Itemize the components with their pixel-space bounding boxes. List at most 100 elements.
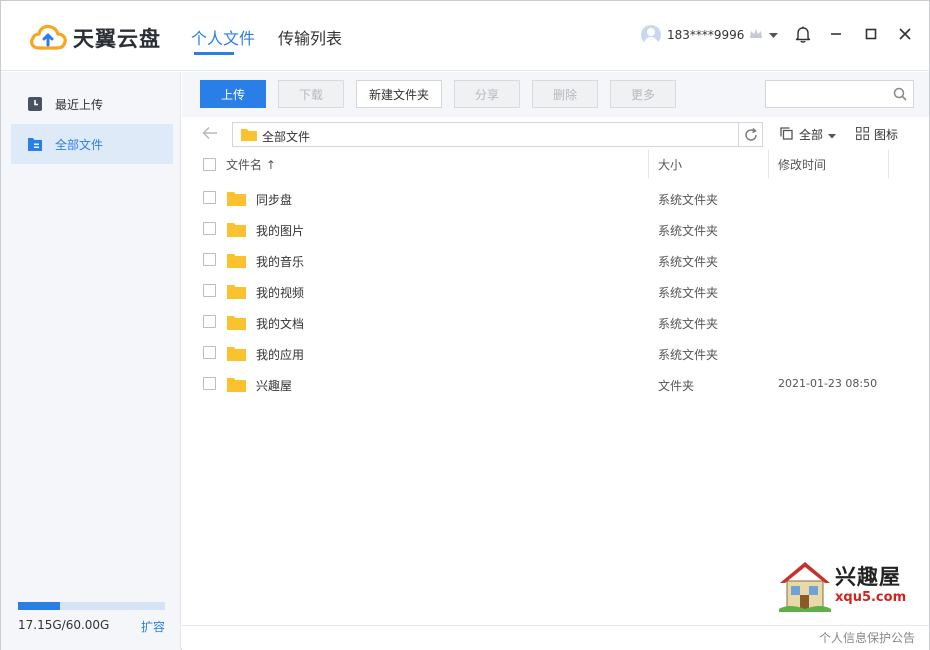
- folder-icon: [227, 284, 246, 302]
- folder-icon: [241, 128, 257, 144]
- table-header: 文件名 ↑ 大小 修改时间: [182, 150, 929, 178]
- icon-view-toggle[interactable]: 图标: [855, 126, 899, 143]
- filter-label: 全部: [799, 128, 824, 142]
- sidebar: 最近上传 全部文件 17.15G/60.00G 扩容: [1, 72, 181, 650]
- file-name[interactable]: 我的图片: [256, 222, 304, 239]
- breadcrumb: 全部文件: [232, 122, 763, 147]
- storage-progress-bar: [18, 602, 165, 610]
- sidebar-item-recent-uploads[interactable]: 最近上传: [11, 84, 173, 124]
- user-phone: 183****9996: [667, 28, 745, 42]
- file-type: 系统文件夹: [658, 193, 719, 207]
- more-button[interactable]: 更多: [610, 80, 676, 108]
- column-divider: [888, 150, 889, 178]
- user-menu[interactable]: 183****9996: [641, 25, 779, 45]
- folder-icon: [227, 222, 246, 240]
- file-type: 系统文件夹: [658, 224, 719, 238]
- folder-icon: [227, 377, 246, 395]
- expand-storage-link[interactable]: 扩容: [141, 618, 165, 635]
- house-logo-icon: [777, 559, 833, 616]
- table-row[interactable]: 我的文档 系统文件夹: [182, 307, 929, 338]
- file-mtime: 2021-01-23 08:50: [778, 377, 878, 390]
- cloud-logo-icon: [29, 24, 67, 53]
- file-name[interactable]: 兴趣屋: [256, 377, 292, 394]
- privacy-notice-link[interactable]: 个人信息保护公告: [819, 629, 915, 646]
- clock-icon: [27, 96, 43, 112]
- row-checkbox[interactable]: [203, 253, 216, 266]
- row-checkbox[interactable]: [203, 222, 216, 235]
- copy-icon: [780, 126, 793, 143]
- watermark-url: xqu5.com: [835, 590, 907, 605]
- chevron-down-icon: [769, 28, 779, 42]
- breadcrumb-current[interactable]: 全部文件: [262, 128, 310, 145]
- download-button[interactable]: 下载: [278, 80, 344, 108]
- back-arrow-icon[interactable]: [202, 126, 218, 143]
- column-header-mtime[interactable]: 修改时间: [778, 156, 826, 173]
- files-icon: [27, 136, 43, 152]
- storage-usage-text: 17.15G/60.00G: [18, 618, 110, 632]
- icon-view-label: 图标: [874, 128, 899, 142]
- file-type: 系统文件夹: [658, 348, 719, 362]
- table-row[interactable]: 我的图片 系统文件夹: [182, 214, 929, 245]
- tab-transfer-list[interactable]: 传输列表: [278, 25, 342, 49]
- crown-icon: [749, 28, 763, 43]
- filter-dropdown[interactable]: 全部: [780, 126, 837, 143]
- column-header-size[interactable]: 大小: [658, 156, 682, 173]
- search-icon[interactable]: [893, 87, 907, 104]
- tab-personal-files[interactable]: 个人文件: [191, 25, 255, 49]
- maximize-icon[interactable]: [862, 25, 880, 43]
- file-name[interactable]: 我的应用: [256, 346, 304, 363]
- app-name: 天翼云盘: [73, 27, 161, 51]
- sidebar-item-label: 最近上传: [55, 97, 104, 112]
- file-type: 系统文件夹: [658, 255, 719, 269]
- row-checkbox[interactable]: [203, 191, 216, 204]
- new-folder-button[interactable]: 新建文件夹: [356, 80, 442, 108]
- row-checkbox[interactable]: [203, 377, 216, 390]
- sidebar-item-label: 全部文件: [55, 137, 104, 152]
- watermark-title: 兴趣屋: [835, 565, 901, 589]
- sidebar-item-all-files[interactable]: 全部文件: [11, 124, 173, 164]
- avatar: [641, 25, 661, 45]
- folder-icon: [227, 191, 246, 209]
- column-divider: [768, 150, 769, 178]
- folder-icon: [227, 315, 246, 333]
- share-button[interactable]: 分享: [454, 80, 520, 108]
- folder-icon: [227, 346, 246, 364]
- minimize-icon[interactable]: [827, 25, 845, 43]
- column-divider: [648, 150, 649, 178]
- main-panel: 上传 下载 新建文件夹 分享 删除 更多 全部文件 全部 图标 文件名 ↑ 大小…: [182, 72, 929, 650]
- table-row[interactable]: 我的应用 系统文件夹: [182, 338, 929, 369]
- row-checkbox[interactable]: [203, 284, 216, 297]
- toolbar: 上传 下载 新建文件夹 分享 删除 更多: [182, 72, 929, 117]
- file-name[interactable]: 我的音乐: [256, 253, 304, 270]
- watermark: 兴趣屋 xqu5.com: [777, 557, 917, 617]
- grid-view-icon: [855, 126, 870, 143]
- search-box: [765, 80, 914, 108]
- table-row[interactable]: 同步盘 系统文件夹: [182, 183, 929, 214]
- file-name[interactable]: 同步盘: [256, 191, 292, 208]
- upload-button[interactable]: 上传: [200, 80, 266, 108]
- refresh-icon[interactable]: [738, 123, 762, 146]
- table-row[interactable]: 我的视频 系统文件夹: [182, 276, 929, 307]
- file-type: 系统文件夹: [658, 317, 719, 331]
- delete-button[interactable]: 删除: [532, 80, 598, 108]
- table-row[interactable]: 兴趣屋 文件夹 2021-01-23 08:50: [182, 369, 929, 400]
- row-checkbox[interactable]: [203, 315, 216, 328]
- app-window: 天翼云盘 个人文件 传输列表 183****9996 最近上传 全部文件 17.…: [0, 0, 930, 650]
- row-checkbox[interactable]: [203, 346, 216, 359]
- chevron-down-icon: [828, 128, 837, 142]
- active-tab-indicator: [194, 52, 234, 55]
- bell-icon[interactable]: [794, 25, 812, 43]
- table-row[interactable]: 我的音乐 系统文件夹: [182, 245, 929, 276]
- storage-progress-fill: [18, 602, 61, 610]
- footer-divider: [182, 625, 929, 626]
- file-name[interactable]: 我的文档: [256, 315, 304, 332]
- title-bar: 天翼云盘 个人文件 传输列表 183****9996: [1, 1, 929, 71]
- file-name[interactable]: 我的视频: [256, 284, 304, 301]
- file-type: 文件夹: [658, 379, 695, 393]
- folder-icon: [227, 253, 246, 271]
- select-all-checkbox[interactable]: [203, 158, 216, 171]
- close-icon[interactable]: [896, 25, 914, 43]
- file-type: 系统文件夹: [658, 286, 719, 300]
- search-input[interactable]: [766, 81, 886, 107]
- column-header-name[interactable]: 文件名 ↑: [226, 156, 276, 173]
